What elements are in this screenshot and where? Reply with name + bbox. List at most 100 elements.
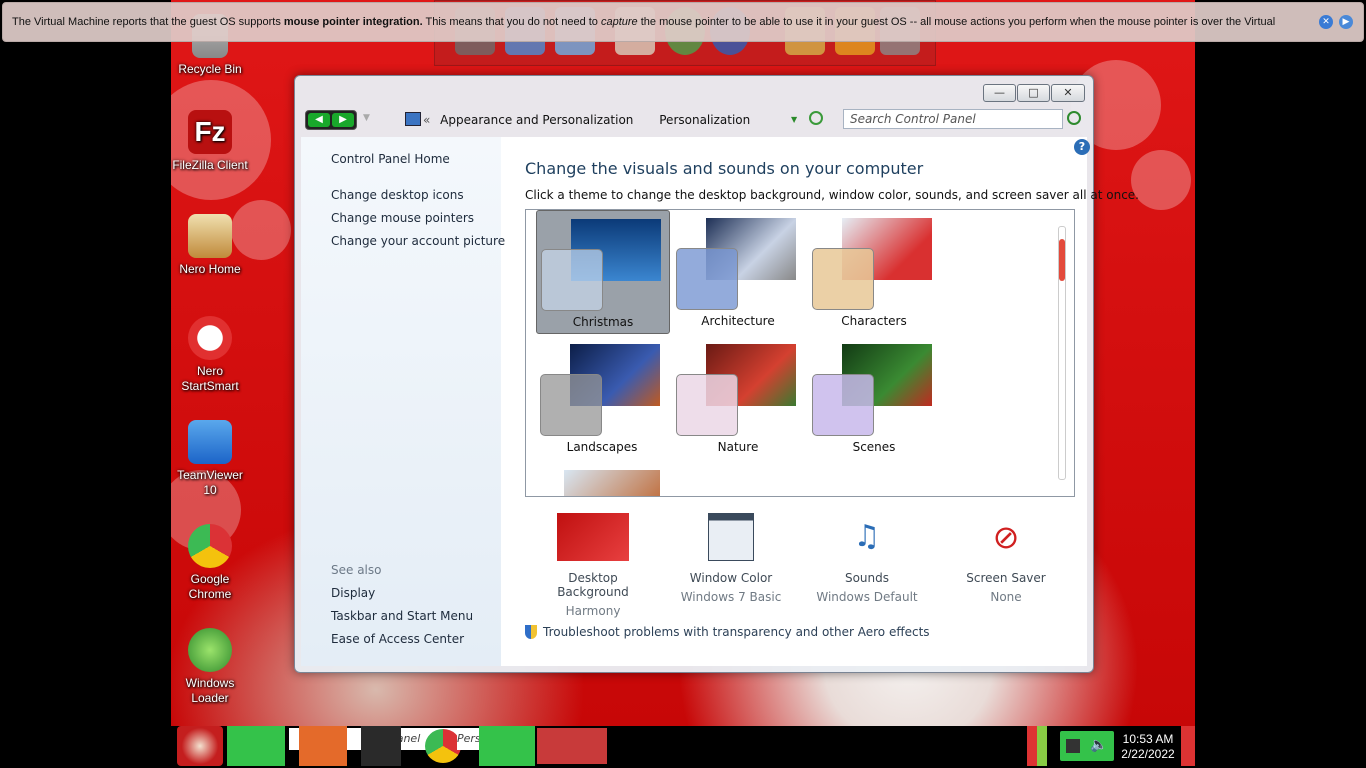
sounds-icon: ♫ <box>853 519 881 554</box>
control-panel-taskbar-icon[interactable] <box>479 726 535 766</box>
chrome-taskbar-icon[interactable] <box>425 729 461 763</box>
back-icon[interactable]: ◀ <box>308 113 330 127</box>
screen-saver-setting[interactable]: ⊘ Screen Saver None <box>946 513 1066 604</box>
breadcrumb-overflow[interactable]: « <box>423 113 430 127</box>
breadcrumb: « Appearance and Personalization Persona… <box>423 113 750 127</box>
file-manager-icon[interactable] <box>299 726 347 766</box>
see-also-heading: See also <box>331 563 382 577</box>
theme-label: Landscapes <box>566 440 638 454</box>
breadcrumb-item-personalization[interactable]: Personalization <box>659 113 750 127</box>
minimize-button[interactable]: — <box>983 84 1016 102</box>
forward-icon[interactable]: ▶ <box>332 113 354 127</box>
search-input[interactable]: Search Control Panel <box>843 109 1063 129</box>
vm-text-part: The Virtual Machine reports that the gue… <box>12 16 284 28</box>
vertical-scrollbar[interactable] <box>1058 226 1066 480</box>
theme-glass-swatch <box>812 248 874 310</box>
windows-loader-icon <box>188 628 232 672</box>
breadcrumb-item-appearance[interactable]: Appearance and Personalization <box>440 113 633 127</box>
theme-christmas[interactable]: Christmas <box>536 210 670 334</box>
window-color-setting[interactable]: Window Color Windows 7 Basic <box>671 513 791 604</box>
theme-glass-swatch <box>540 374 602 436</box>
content-area: Control Panel Home Change desktop icons … <box>301 137 1139 666</box>
notification-menu-icon[interactable]: ▶ <box>1339 15 1353 29</box>
screen-saver-icon: ⊘ <box>992 518 1020 556</box>
start-button[interactable] <box>177 726 223 766</box>
page-subtitle: Click a theme to change the desktop back… <box>525 188 1139 202</box>
volume-icon[interactable]: 🔈 <box>1090 737 1107 753</box>
desktop-icon-filezilla[interactable]: Fz FileZilla Client <box>171 110 249 173</box>
desktop-icon-label: FileZilla Client <box>172 158 248 172</box>
address-dropdown-icon[interactable]: ▼ <box>791 115 797 124</box>
desktop-background-setting[interactable]: Desktop Background Harmony <box>533 513 653 618</box>
desktop-icon-nero-startsmart[interactable]: Nero StartSmart <box>171 316 249 394</box>
display-link[interactable]: Display <box>331 586 375 600</box>
scrollbar-thumb[interactable] <box>1059 239 1065 281</box>
close-notification-icon[interactable]: ✕ <box>1319 15 1333 29</box>
clock[interactable]: 10:53 AM 2/22/2022 <box>1119 732 1177 762</box>
page-title: Change the visuals and sounds on your co… <box>525 159 924 178</box>
personalization-window: — □ ✕ ◀ ▶ ▼ « Appearance and Personaliza… <box>294 75 1139 673</box>
theme-landscapes[interactable]: Landscapes <box>536 336 668 458</box>
shield-icon <box>525 625 537 639</box>
theme-label: Nature <box>717 440 759 454</box>
recent-pages-icon[interactable]: ▼ <box>363 113 370 123</box>
setting-title: Sounds <box>844 571 890 585</box>
filezilla-icon: Fz <box>188 110 232 154</box>
setting-value: Windows 7 Basic <box>680 590 782 604</box>
help-icon[interactable]: ? <box>1074 139 1090 155</box>
vm-notification-bar: The Virtual Machine reports that the gue… <box>2 2 1364 42</box>
theme-partial[interactable] <box>564 470 660 496</box>
change-desktop-icons-link[interactable]: Change desktop icons <box>331 188 464 202</box>
media-player-icon[interactable] <box>361 726 401 766</box>
show-desktop-button[interactable] <box>1181 726 1195 766</box>
desktop-icon-label: Nero Home <box>179 262 241 276</box>
change-mouse-pointers-link[interactable]: Change mouse pointers <box>331 211 474 225</box>
clock-time: 10:53 AM <box>1122 732 1174 746</box>
desktop-icon-label: Windows Loader <box>185 676 235 705</box>
internet-explorer-icon[interactable] <box>227 726 285 766</box>
network-icon[interactable] <box>1066 739 1080 753</box>
setting-value: Harmony <box>565 604 621 618</box>
address-bar: ◀ ▶ ▼ « Appearance and Personalization P… <box>303 107 1085 135</box>
taskbar-start-menu-link[interactable]: Taskbar and Start Menu <box>331 609 473 623</box>
theme-label: Scenes <box>852 440 896 454</box>
search-icon[interactable] <box>1067 111 1081 125</box>
setting-value: None <box>990 590 1022 604</box>
clock-date: 2/22/2022 <box>1121 747 1175 761</box>
desktop-icon-teamviewer[interactable]: TeamViewer 10 <box>171 420 249 498</box>
theme-nature[interactable]: Nature <box>672 336 804 458</box>
setting-value: Windows Default <box>816 590 918 604</box>
theme-scenes[interactable]: Scenes <box>808 336 940 458</box>
sounds-setting[interactable]: ♫ Sounds Windows Default <box>807 513 927 604</box>
theme-glass-swatch <box>676 374 738 436</box>
theme-glass-swatch <box>676 248 738 310</box>
change-account-picture-link[interactable]: Change your account picture <box>331 234 505 248</box>
taskbar-active-region[interactable] <box>537 728 607 764</box>
theme-gallery: Christmas Architecture Characters Landsc… <box>525 209 1075 497</box>
troubleshoot-link[interactable]: Troubleshoot problems with transparency … <box>525 625 930 639</box>
desktop-background-icon <box>557 513 629 561</box>
nero-home-icon <box>188 214 232 258</box>
refresh-icon[interactable] <box>809 111 823 125</box>
desktop-icon-chrome[interactable]: Google Chrome <box>171 524 249 602</box>
taskbar-marker <box>1027 726 1047 766</box>
taskbar-window-personalization[interactable]: Pers <box>457 728 481 750</box>
vm-notification-text: The Virtual Machine reports that the gue… <box>12 16 1275 28</box>
maximize-button[interactable]: □ <box>1017 84 1050 102</box>
theme-glass-swatch <box>541 249 603 311</box>
control-panel-home-link[interactable]: Control Panel Home <box>331 152 450 166</box>
taskbar: ntrol Panel Pers 🔈 10:53 AM 2/22/2022 <box>171 726 1195 768</box>
nav-buttons: ◀ ▶ <box>305 110 357 130</box>
desktop-icon-label: Nero StartSmart <box>181 364 239 393</box>
desktop-icon-label: TeamViewer 10 <box>177 468 243 497</box>
desktop-icon-nero-home[interactable]: Nero Home <box>171 214 249 277</box>
close-button[interactable]: ✕ <box>1051 84 1085 102</box>
ease-of-access-link[interactable]: Ease of Access Center <box>331 632 464 646</box>
theme-characters[interactable]: Characters <box>808 210 940 332</box>
system-tray: 🔈 <box>1060 731 1114 761</box>
desktop-icon-label: Google Chrome <box>188 572 232 601</box>
window-color-icon <box>708 513 754 561</box>
chrome-icon <box>188 524 232 568</box>
theme-architecture[interactable]: Architecture <box>672 210 804 332</box>
desktop-icon-windows-loader[interactable]: Windows Loader <box>171 628 249 706</box>
